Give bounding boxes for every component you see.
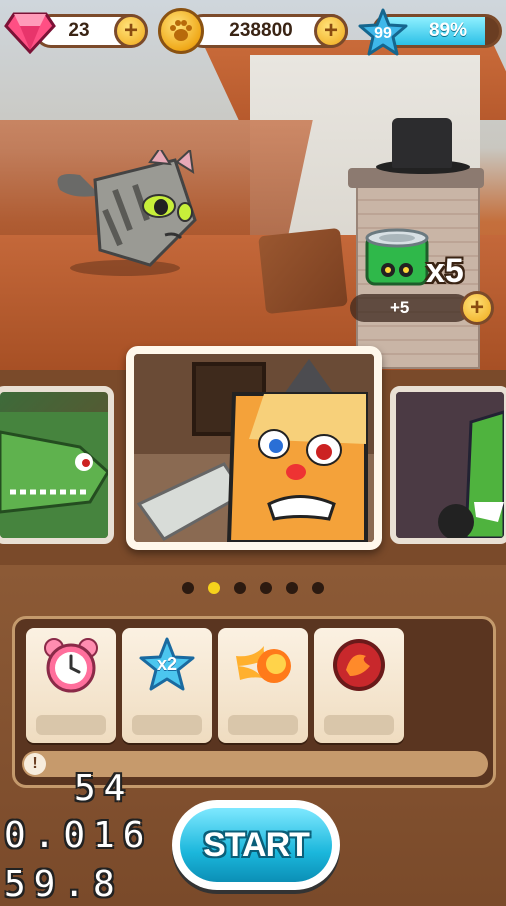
wooden-board (258, 227, 348, 315)
powerup-fireball[interactable] (218, 628, 308, 743)
carousel-dot[interactable] (182, 582, 194, 594)
carousel-dot[interactable] (234, 582, 246, 594)
debug-stat-1: 54 (74, 768, 134, 809)
add-coins-button[interactable]: + (314, 14, 348, 48)
start-button[interactable]: START (172, 800, 340, 890)
powerup-slot (132, 715, 202, 735)
cat-character-icon (57, 150, 197, 276)
goblin-boss-icon (396, 392, 504, 538)
bear-boss-icon (134, 354, 374, 542)
food-multiplier: x5 (426, 252, 464, 290)
cat-food-can-icon (365, 228, 429, 286)
red-orb-icon (333, 639, 385, 691)
debug-stat-2: 0.016 (4, 815, 153, 856)
crocodile-boss-icon (0, 412, 108, 538)
gem-icon (4, 12, 56, 54)
powerup-red-orb[interactable] (314, 628, 404, 743)
fireball-icon (236, 646, 291, 683)
exclamation-icon[interactable]: ! (24, 753, 46, 775)
level-card-next[interactable] (390, 386, 506, 544)
carousel-dot[interactable] (208, 582, 220, 594)
food-bonus-text: +5 (390, 298, 410, 317)
paw-coin-icon (158, 8, 204, 54)
debug-stat-3: 59.8 (4, 864, 123, 905)
carousel-page-dots (0, 582, 506, 598)
powerup-slot (36, 715, 106, 735)
gems-count: 23 (68, 20, 90, 41)
add-food-button[interactable]: + (460, 291, 494, 325)
powerup-double-score[interactable]: x2 (122, 628, 212, 743)
level-carousel (0, 340, 506, 565)
food-bonus-bar: +5 (350, 294, 470, 322)
energy-level: 99 (374, 25, 392, 42)
coins-count: 238800 (229, 20, 293, 41)
level-card-prev[interactable] (0, 386, 114, 544)
powerup-slot (228, 715, 298, 735)
powerup-slot (324, 715, 394, 735)
level-card-current[interactable] (126, 346, 382, 550)
carousel-dot[interactable] (260, 582, 272, 594)
top-hat-icon (392, 118, 452, 168)
alarm-clock-icon (44, 638, 98, 693)
x2-label: x2 (156, 654, 178, 674)
powerup-alarm-clock[interactable] (26, 628, 116, 743)
start-label: START (180, 808, 332, 882)
carousel-dot[interactable] (312, 582, 324, 594)
carousel-dot[interactable] (286, 582, 298, 594)
add-gems-button[interactable]: + (114, 14, 148, 48)
